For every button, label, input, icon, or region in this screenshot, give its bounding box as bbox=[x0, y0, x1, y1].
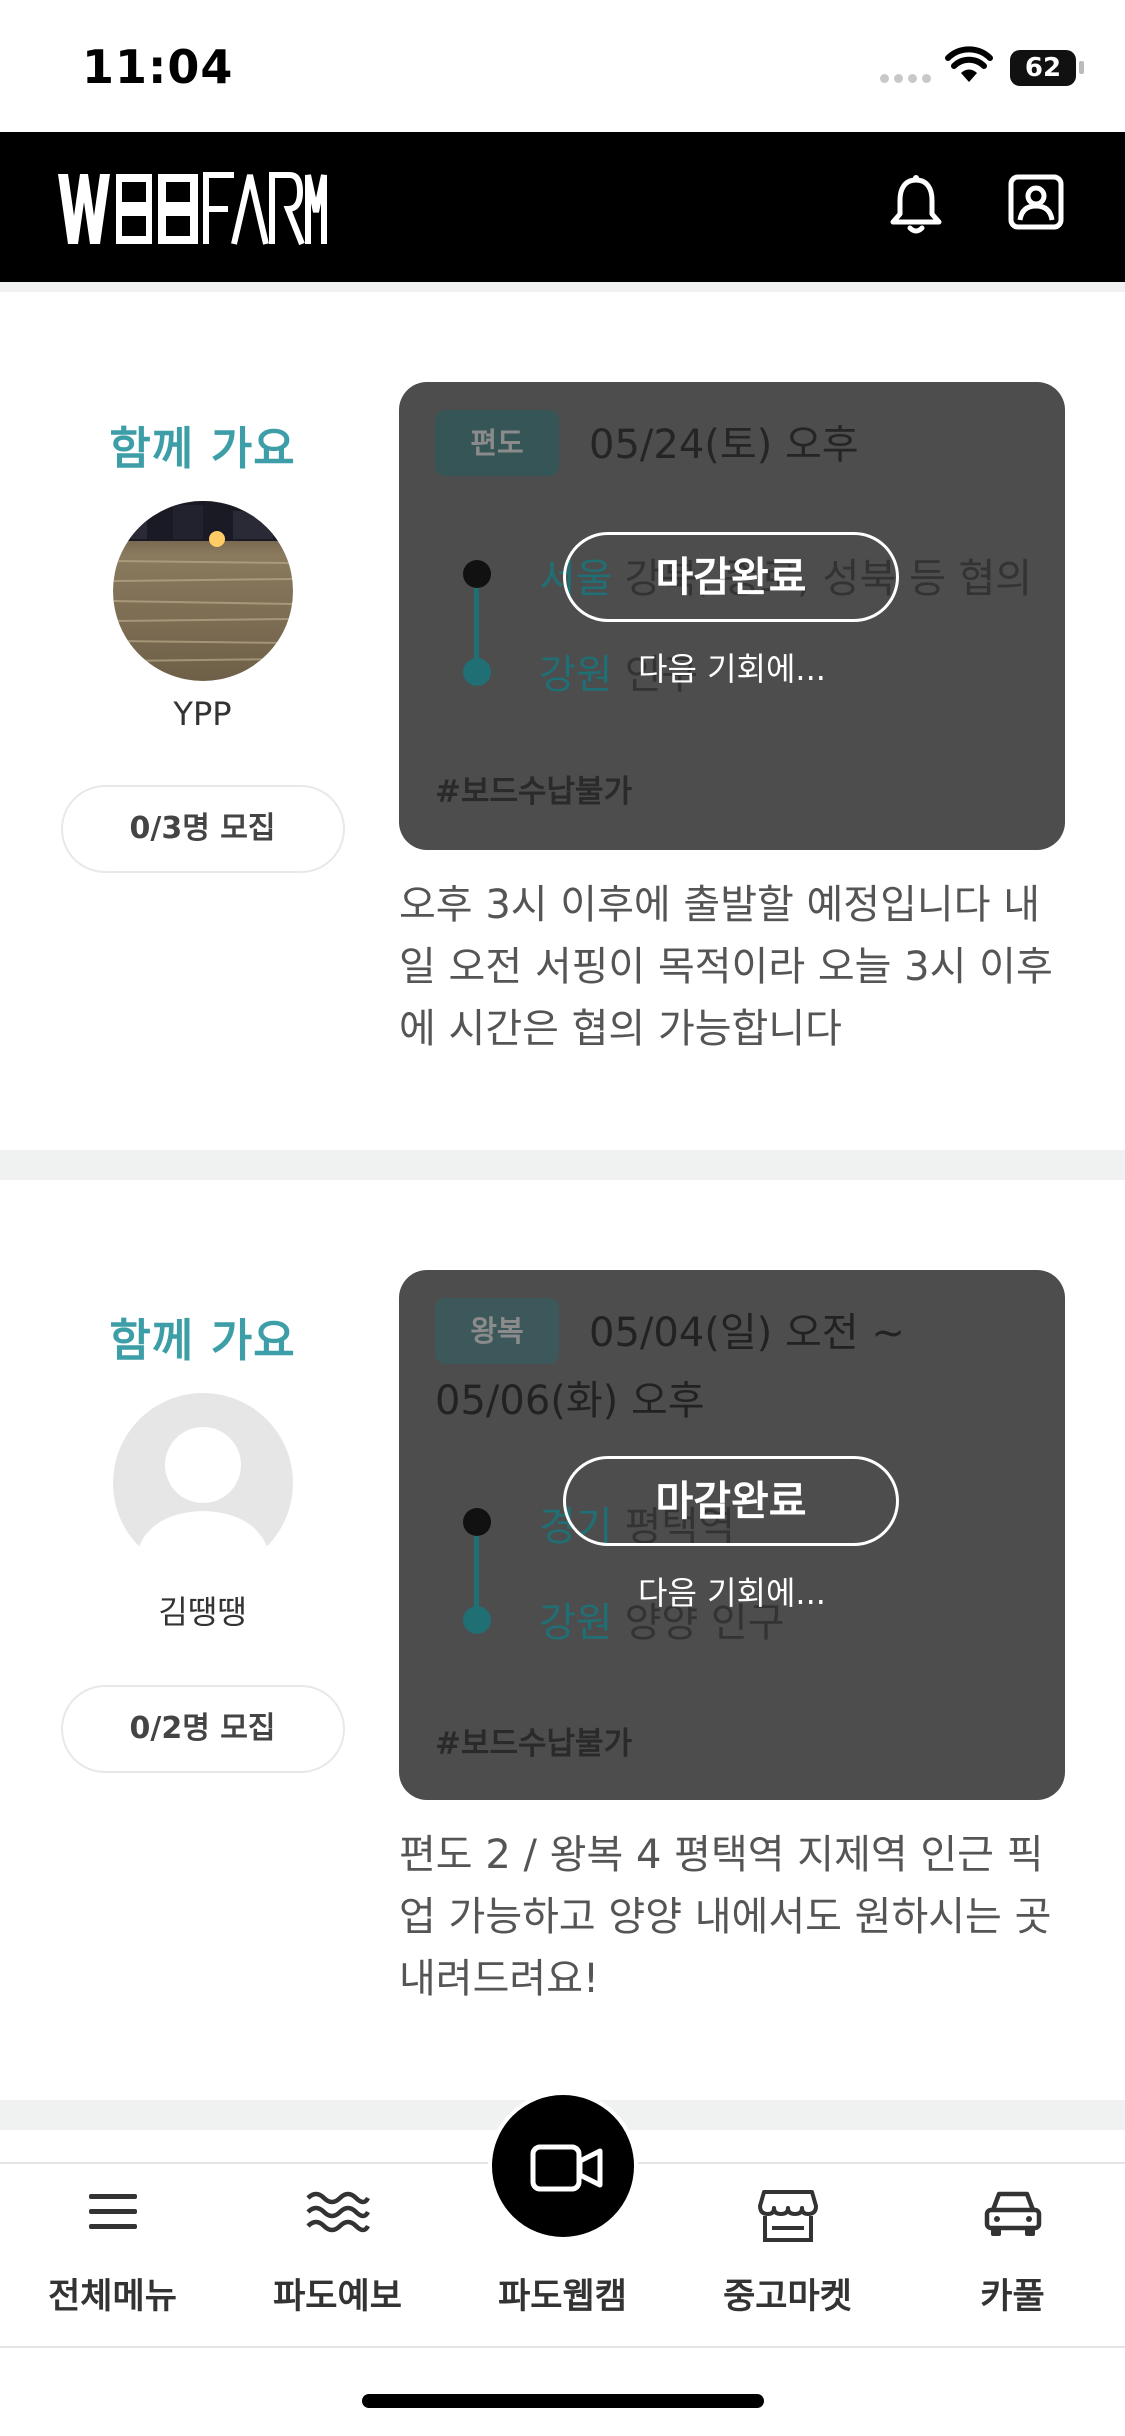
post-description: 오후 3시 이후에 출발할 예정입니다 내일 오전 서핑이 목적이라 오늘 3시… bbox=[399, 882, 1053, 1052]
recruit-count: 0/2명 모집 bbox=[60, 1685, 345, 1773]
status-bar: 11:04 62 bbox=[0, 0, 1125, 132]
tab-used-market[interactable]: 중고마켓 bbox=[675, 2164, 900, 2348]
next-chance-text: 다음 기회에... bbox=[638, 650, 826, 688]
default-avatar-icon bbox=[132, 1427, 273, 1573]
store-icon bbox=[757, 2190, 818, 2242]
tab-label: 파도예보 bbox=[273, 2277, 402, 2317]
origin-dot bbox=[463, 1508, 491, 1536]
tab-all-menu[interactable]: 전체메뉴 bbox=[0, 2164, 225, 2348]
status-time: 11:04 bbox=[82, 40, 234, 94]
wsb-farm-logo[interactable] bbox=[58, 172, 328, 246]
video-camera-icon bbox=[530, 2144, 603, 2192]
ride-card[interactable]: 왕복 05/04(일) 오전 ~ 05/06(화) 오후 경기 평택역 강원 양양 … bbox=[399, 1270, 1065, 1800]
tab-wave-forecast[interactable]: 파도예보 bbox=[225, 2164, 450, 2348]
tab-label: 전체메뉴 bbox=[48, 2277, 177, 2317]
ride-datetime-end: 05/06(화) 오후 bbox=[435, 1378, 705, 1424]
tab-label: 카풀 bbox=[980, 2277, 1045, 2317]
ride-type-badge: 왕복 bbox=[435, 1298, 559, 1364]
ride-tag: #보드수납불가 bbox=[435, 1726, 633, 1762]
waves-icon bbox=[305, 2191, 370, 2233]
username: 김땡땡 bbox=[158, 1593, 247, 1631]
carpool-post[interactable]: 함께 가요 김땡땡 0/2명 모집 왕복 05/04(일) 오전 ~ 05/06… bbox=[0, 1180, 1125, 2100]
closed-button[interactable]: 마감완료 bbox=[563, 532, 899, 622]
wifi-icon bbox=[945, 46, 993, 82]
together-label: 함께 가요 bbox=[109, 422, 296, 475]
post-author: 함께 가요 YPP 0/3명 모집 bbox=[40, 412, 365, 873]
menu-icon bbox=[88, 2194, 137, 2229]
tab-carpool[interactable]: 카풀 bbox=[900, 2164, 1125, 2348]
car-icon bbox=[984, 2191, 1041, 2236]
ride-datetime-dim: 05/24(토) 오후 bbox=[589, 422, 859, 468]
battery-icon: 62 bbox=[1010, 50, 1076, 86]
origin-dot-dim bbox=[463, 560, 491, 588]
ride-datetime: 05/04(일) 오전 ~ bbox=[589, 1310, 905, 1356]
ride-type-badge-dim: 편도 bbox=[435, 410, 559, 476]
next-chance-text: 다음 기회에... bbox=[638, 1574, 826, 1612]
webcam-button[interactable] bbox=[488, 2091, 638, 2241]
header-separator bbox=[0, 282, 1125, 292]
ride-tag-dim: #보드수납불가 bbox=[435, 774, 633, 810]
carpool-post[interactable]: 함께 가요 YPP 0/3명 모집 편도 05/24(토) 오후 서울 강북, … bbox=[0, 292, 1125, 1150]
ride-card[interactable]: 편도 05/24(토) 오후 서울 강북, 종로, 성북 등 협의 강원 인구 #보… bbox=[399, 382, 1065, 850]
together-label: 함께 가요 bbox=[109, 1314, 296, 1367]
closed-button[interactable]: 마감완료 bbox=[563, 1456, 899, 1546]
signal-icon bbox=[880, 68, 936, 87]
recruit-count: 0/3명 모집 bbox=[60, 785, 345, 873]
post-author: 함께 가요 김땡땡 0/2명 모집 bbox=[40, 1304, 365, 1773]
battery-nub bbox=[1079, 61, 1084, 74]
home-indicator-area bbox=[0, 2346, 1125, 2436]
tab-label: 중고마켓 bbox=[723, 2277, 852, 2317]
post-separator bbox=[0, 1150, 1125, 1180]
profile-icon[interactable] bbox=[1008, 174, 1064, 230]
avatar-photo bbox=[112, 501, 293, 681]
avatar[interactable] bbox=[112, 1393, 293, 1573]
bell-icon[interactable] bbox=[888, 174, 944, 236]
username: YPP bbox=[173, 695, 232, 733]
app-header bbox=[0, 132, 1125, 282]
avatar[interactable] bbox=[112, 501, 293, 681]
tab-label: 파도웹캠 bbox=[498, 2277, 627, 2317]
home-indicator[interactable] bbox=[362, 2394, 764, 2408]
post-description: 편도 2 / 왕복 4 평택역 지제역 인근 픽업 가능하고 양양 내에서도 원… bbox=[399, 1832, 1052, 2002]
